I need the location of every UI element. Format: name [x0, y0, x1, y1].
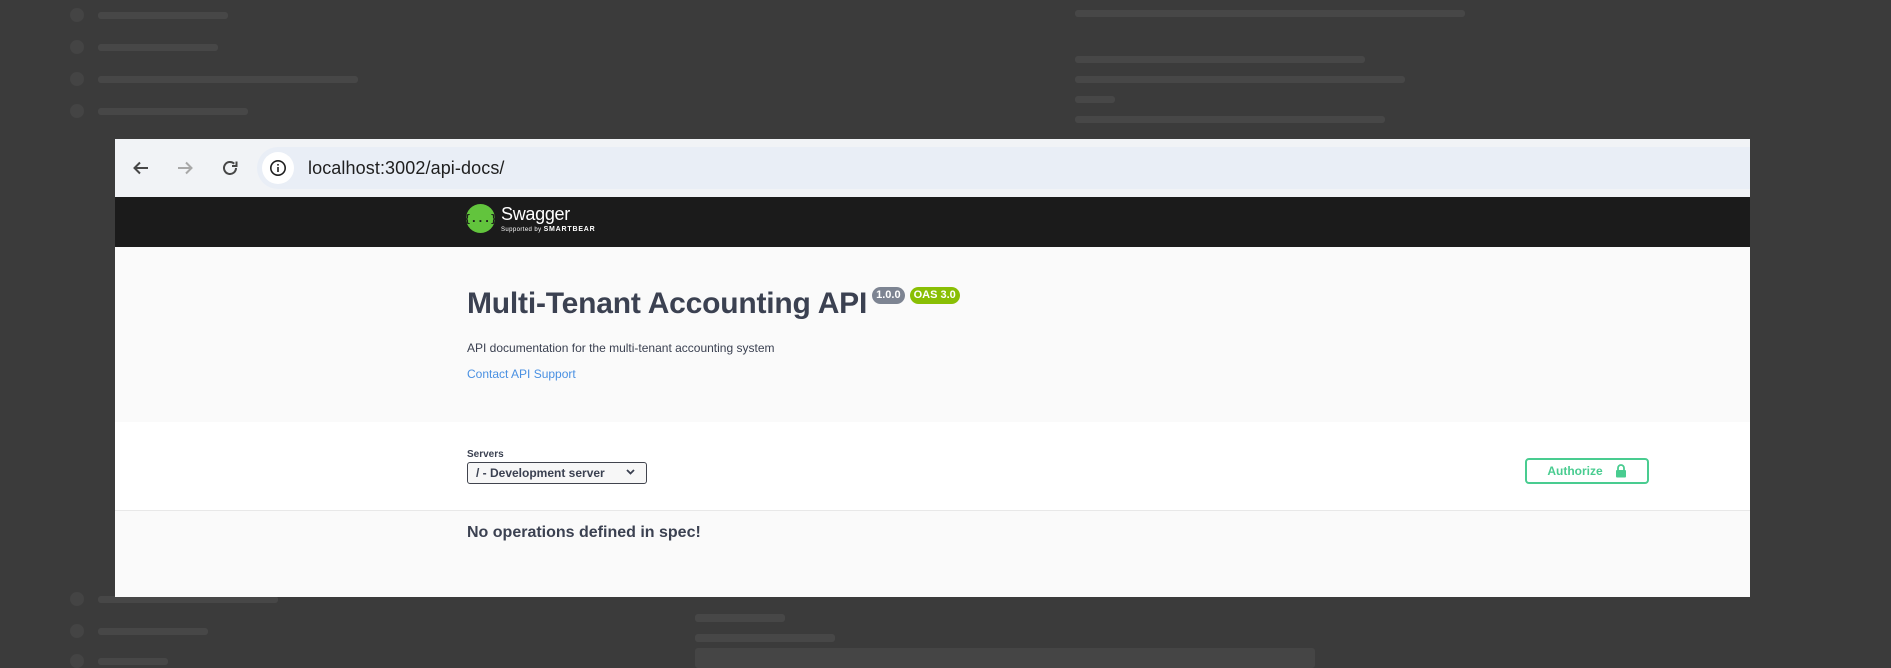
browser-window: localhost:3002/api-docs/ {...} Swagger S…	[115, 139, 1750, 597]
authorize-button[interactable]: Authorize	[1525, 458, 1649, 484]
operations-section: No operations defined in spec!	[115, 511, 1750, 597]
swagger-logo-icon: {...}	[464, 204, 497, 233]
page-title: Multi-Tenant Accounting API	[467, 287, 868, 320]
chevron-down-icon	[625, 466, 636, 480]
background-row	[70, 624, 208, 638]
browser-toolbar: localhost:3002/api-docs/	[115, 139, 1750, 197]
arrow-right-icon[interactable]	[167, 150, 203, 186]
url-text[interactable]: localhost:3002/api-docs/	[308, 158, 505, 179]
swagger-topbar: {...} Swagger Supported by SMARTBEAR	[115, 197, 1750, 247]
server-select[interactable]: / - Development server	[467, 462, 647, 484]
version-badge: 1.0.0	[872, 287, 905, 304]
scheme-container: Servers / - Development server Authorize	[115, 422, 1750, 511]
address-bar[interactable]: localhost:3002/api-docs/	[257, 147, 1750, 189]
no-operations-message: No operations defined in spec!	[467, 524, 701, 541]
api-description: API documentation for the multi-tenant a…	[467, 341, 775, 355]
swagger-brand-sub: Supported by SMARTBEAR	[501, 225, 596, 233]
contact-link[interactable]: Contact API Support	[467, 367, 576, 381]
api-info: Multi-Tenant Accounting API 1.0.0 OAS 3.…	[115, 247, 1750, 422]
lock-icon	[1615, 464, 1627, 478]
background-row	[70, 72, 358, 86]
swagger-logo[interactable]: {...} Swagger Supported by SMARTBEAR	[464, 203, 596, 233]
background-footer	[655, 600, 1315, 668]
background-row	[70, 104, 248, 118]
background-row	[70, 654, 168, 668]
title-block: Multi-Tenant Accounting API 1.0.0 OAS 3.…	[467, 287, 960, 321]
background-row	[70, 40, 218, 54]
authorize-label: Authorize	[1547, 464, 1603, 478]
info-icon[interactable]	[262, 152, 294, 184]
servers-label: Servers	[467, 449, 504, 460]
reload-icon[interactable]	[212, 150, 248, 186]
swagger-brand: Swagger	[501, 203, 570, 224]
background-row	[70, 8, 228, 22]
server-select-value: / - Development server	[476, 466, 605, 480]
oas-badge: OAS 3.0	[909, 287, 960, 304]
arrow-left-icon[interactable]	[123, 150, 159, 186]
